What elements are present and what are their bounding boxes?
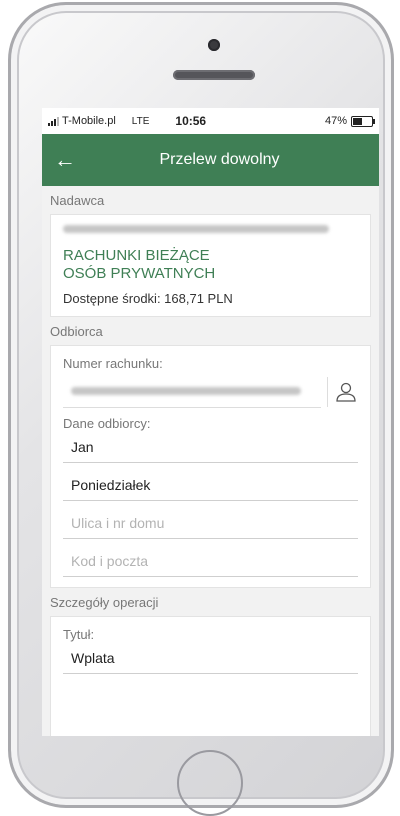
earpiece-speaker bbox=[173, 70, 255, 80]
available-funds: Dostępne środki: 168,71 PLN bbox=[63, 291, 233, 306]
recipient-data-label: Dane odbiorcy: bbox=[63, 416, 151, 431]
recipient-section-label: Odbiorca bbox=[50, 324, 103, 339]
network-type: LTE bbox=[131, 115, 150, 127]
account-number-input[interactable] bbox=[63, 375, 321, 408]
recipient-account-number-redacted bbox=[71, 387, 301, 395]
front-camera bbox=[208, 39, 220, 51]
signal-icon bbox=[48, 116, 59, 126]
details-section-label: Szczegóły operacji bbox=[50, 595, 159, 610]
battery-percent: 47% bbox=[324, 115, 347, 127]
person-icon[interactable] bbox=[334, 380, 358, 404]
account-number-row bbox=[63, 375, 358, 408]
clock: 10:56 bbox=[175, 114, 207, 128]
postal-input[interactable] bbox=[63, 545, 358, 577]
battery-status: 47% bbox=[324, 115, 375, 127]
carrier-name: T-Mobile.pl bbox=[62, 115, 116, 127]
details-card: Tytuł: bbox=[50, 616, 371, 736]
status-bar: T-Mobile.pl LTE 10:56 47% bbox=[42, 108, 379, 134]
recipient-card: Numer rachunku: Dane odbiorcy: bbox=[50, 345, 371, 588]
sender-account-name: RACHUNKI BIEŻĄCE OSÓB PRYWATNYCH bbox=[63, 247, 216, 282]
account-number-label: Numer rachunku: bbox=[63, 356, 163, 371]
screen: T-Mobile.pl LTE 10:56 47% ← Przelew dowo… bbox=[42, 108, 379, 736]
phone-frame: T-Mobile.pl LTE 10:56 47% ← Przelew dowo… bbox=[8, 2, 394, 816]
sender-account-number-redacted bbox=[63, 225, 329, 233]
sender-section-label: Nadawca bbox=[50, 193, 105, 208]
recipient-surname-input[interactable] bbox=[63, 469, 358, 501]
divider bbox=[327, 376, 328, 407]
app-header: ← Przelew dowolny bbox=[42, 134, 379, 186]
title-input[interactable] bbox=[63, 642, 358, 674]
battery-icon bbox=[351, 115, 375, 127]
page-title: Przelew dowolny bbox=[159, 151, 280, 168]
sender-account-card[interactable]: RACHUNKI BIEŻĄCE OSÓB PRYWATNYCH Dostępn… bbox=[50, 214, 371, 317]
home-button[interactable] bbox=[177, 750, 243, 816]
recipient-name-input[interactable] bbox=[63, 431, 358, 463]
arrow-left-icon[interactable]: ← bbox=[54, 149, 76, 171]
street-input[interactable] bbox=[63, 507, 358, 539]
title-label: Tytuł: bbox=[63, 627, 95, 642]
